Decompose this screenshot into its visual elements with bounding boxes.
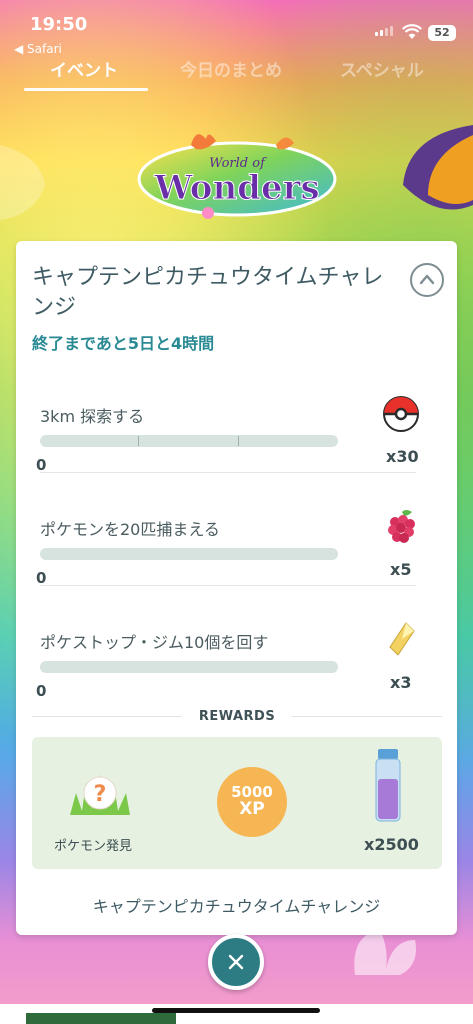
- close-icon: [228, 954, 244, 970]
- task-label: 3km 探索する: [40, 407, 145, 426]
- task-label: ポケモンを20匹捕まえる: [40, 520, 220, 539]
- potion-icon: [375, 749, 401, 822]
- reward-xp: 5000 XP: [182, 737, 292, 869]
- time-remaining: 終了まであと5日と4時間: [32, 334, 215, 353]
- cellular-signal-icon: [375, 26, 393, 36]
- collapse-button[interactable]: [410, 263, 444, 297]
- rewards-heading: REWARDS: [32, 707, 442, 727]
- task-label: ポケストップ・ジム10個を回す: [40, 633, 269, 652]
- rewards-box: ? ポケモン発見 5000 XP x2500: [32, 737, 442, 869]
- status-bar: 19:50 52: [0, 0, 473, 44]
- task-progress-value: 0: [36, 682, 47, 700]
- home-indicator: [152, 1008, 320, 1013]
- reward-item: x2500: [332, 737, 442, 869]
- xp-unit: XP: [239, 799, 265, 819]
- razz-berry-icon: [388, 510, 415, 543]
- background-leaf-decoration: [354, 930, 416, 975]
- stardust-icon: [389, 622, 415, 656]
- wifi-icon: [402, 24, 422, 39]
- tab-event[interactable]: イベント: [50, 56, 118, 81]
- task-progress-bar: [40, 661, 338, 673]
- reward-pokemon-encounter: ? ポケモン発見: [32, 737, 172, 869]
- task-progress-bar: [40, 548, 338, 560]
- svg-text:?: ?: [94, 782, 107, 807]
- battery-indicator: 52: [428, 25, 456, 41]
- chevron-up-icon: [419, 274, 435, 285]
- challenge-title: キャプテンピカチュウタイムチャレンジ: [32, 265, 384, 320]
- world-of-wonders-logo: World of Wonders: [137, 134, 337, 219]
- task-progress-bar: [40, 435, 338, 447]
- task-reward-count: x5: [390, 560, 412, 579]
- task-divider: [40, 472, 416, 473]
- task-divider: [40, 585, 416, 586]
- tab-bar: イベント 今日のまとめ スペシャル: [0, 52, 473, 92]
- xp-badge: 5000 XP: [217, 767, 287, 837]
- tab-today-summary[interactable]: 今日のまとめ: [180, 56, 282, 81]
- task-item: ポケモンを20匹捕まえる 0 x5: [36, 510, 440, 616]
- mystery-pokemon-icon: ?: [70, 775, 130, 815]
- poke-ball-icon: [383, 396, 419, 432]
- background-leaf-decoration: [403, 125, 473, 210]
- challenge-card: キャプテンピカチュウタイムチャレンジ 終了まであと5日と4時間 3km 探索する…: [16, 241, 457, 935]
- task-item: 3km 探索する 0 x30: [36, 396, 440, 503]
- status-time: 19:50: [30, 14, 88, 35]
- task-reward-count: x3: [390, 673, 412, 692]
- tab-special[interactable]: スペシャル: [340, 56, 424, 81]
- logo-text-wonders: Wonders: [153, 168, 319, 208]
- reward-label: ポケモン発見: [54, 839, 133, 854]
- active-tab-indicator: [24, 88, 148, 91]
- close-button[interactable]: [208, 934, 264, 990]
- challenge-footer-title: キャプテンピカチュウタイムチャレンジ: [92, 897, 381, 916]
- reward-count: x2500: [364, 835, 419, 854]
- task-reward-count: x30: [386, 447, 419, 466]
- preview-thumbnail: [26, 1013, 176, 1024]
- background-leaf-decoration: [0, 145, 45, 220]
